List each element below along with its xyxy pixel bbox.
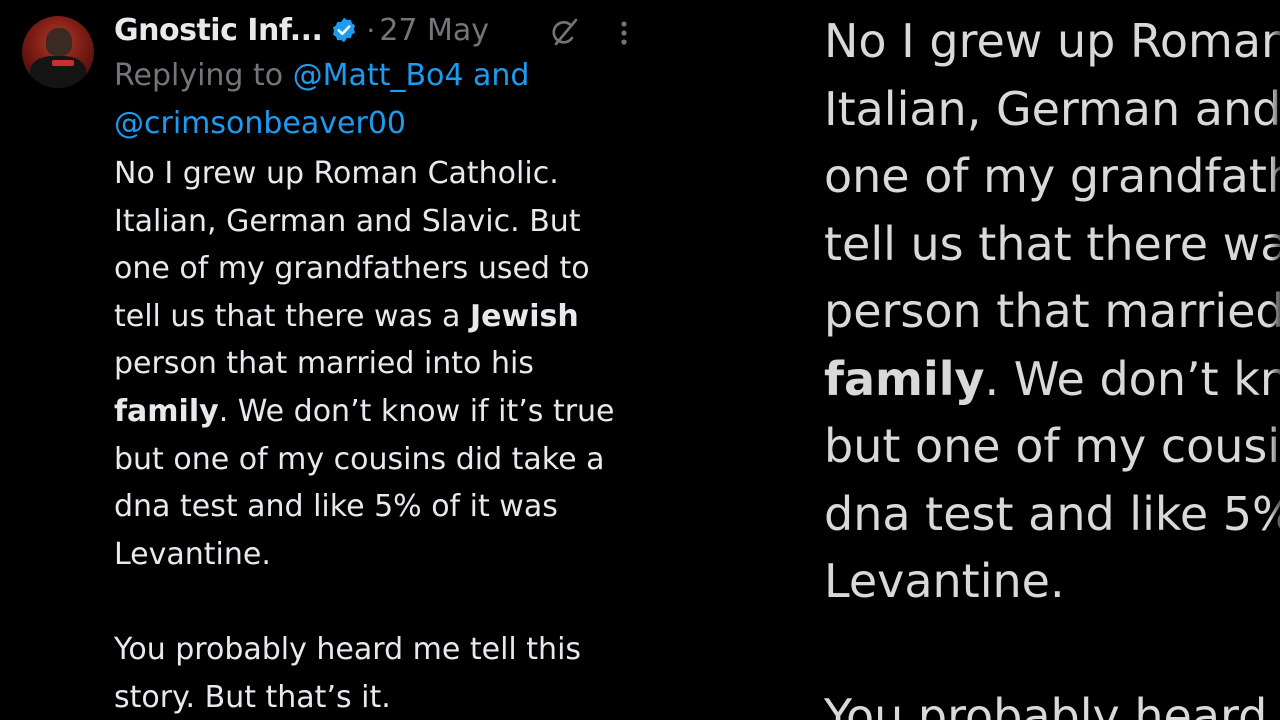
reply-conjunction: and <box>463 58 530 93</box>
date-separator: · <box>366 13 376 47</box>
tweet-line: but one of my cousins did take a <box>114 441 605 477</box>
edge-fade <box>1270 0 1280 720</box>
verified-badge-icon <box>333 17 356 43</box>
display-name[interactable]: Gnostic Inf... <box>114 13 323 48</box>
tweet-line: tell us that there was a Jewish <box>114 298 579 334</box>
zoomed-tweet-panel: No I grew up Roman Italian, German and o… <box>780 0 1280 720</box>
tweet-line: You probably heard me tell this <box>114 631 582 667</box>
zoomed-tweet-body: No I grew up Roman Italian, German and o… <box>824 8 1280 720</box>
zoomed-line: but one of my cousin <box>824 419 1280 473</box>
tweet-line: person that married into his <box>114 346 534 382</box>
tweet-line: dna test and like 5% of it was <box>114 489 558 525</box>
avatar[interactable] <box>22 16 94 88</box>
tweet-date[interactable]: 27 May <box>379 13 489 48</box>
tweet-line: family. We don’t know if it’s true <box>114 393 615 429</box>
more-options-icon[interactable] <box>612 18 636 48</box>
tweet-body: No I grew up Roman Catholic. Italian, Ge… <box>114 150 674 720</box>
zoomed-line: one of my grandfath <box>824 149 1280 203</box>
mention-link[interactable]: @crimsonbeaver00 <box>114 106 406 141</box>
grok-icon[interactable] <box>548 16 580 48</box>
replying-to-label: Replying to <box>114 58 293 93</box>
tweet-header: Gnostic Inf... · 27 May <box>114 8 489 52</box>
zoomed-line: family. We don’t kno <box>824 351 1280 406</box>
zoomed-line: Italian, German and <box>824 81 1280 136</box>
tweet-line: Italian, German and Slavic. But <box>114 203 581 239</box>
avatar-microphone <box>52 60 74 66</box>
avatar-head <box>46 28 72 56</box>
tweet-line: No I grew up Roman Catholic. <box>114 156 559 191</box>
tweet-line: one of my grandfathers used to <box>114 251 590 287</box>
zoomed-line: person that married <box>824 284 1280 338</box>
zoomed-line: dna test and like 5% <box>824 486 1280 541</box>
zoomed-line: No I grew up Roman <box>824 14 1280 68</box>
tweet-panel: Gnostic Inf... · 27 May Replying to @Mat… <box>0 0 780 720</box>
zoomed-line: You probably heard <box>824 689 1268 720</box>
tweet-line: Levantine. <box>114 536 271 572</box>
zoomed-line: tell us that there was <box>824 216 1280 271</box>
zoomed-line: Levantine. <box>824 554 1065 608</box>
replying-to: Replying to @Matt_Bo4 and @crimsonbeaver0… <box>114 52 634 148</box>
mention-link[interactable]: @Matt_Bo4 <box>293 58 464 93</box>
tweet-line: story. But that’s it. <box>114 679 391 715</box>
